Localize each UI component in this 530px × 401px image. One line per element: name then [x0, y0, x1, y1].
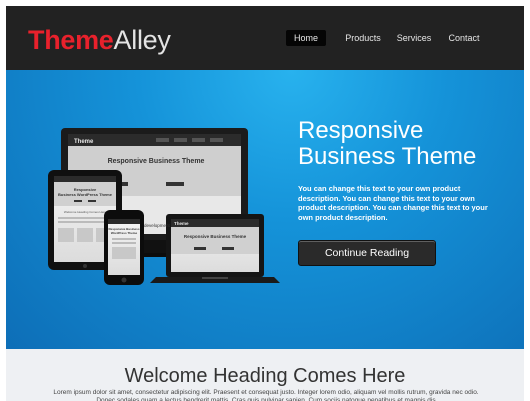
logo-text-alley: Alley [113, 25, 171, 55]
responsive-devices-illustration: Theme Responsive Business Theme Theme Re… [48, 128, 280, 285]
nav-item-contact[interactable]: Contact [446, 30, 482, 46]
top-navigation-bar: ThemeAlley Home Products Services Contac… [6, 6, 524, 70]
logo-text-theme: Theme [28, 25, 114, 55]
welcome-section: Welcome Heading Comes Here Lorem ipsum d… [6, 349, 524, 401]
monitor-partial-word: development [144, 223, 171, 228]
nav-item-products[interactable]: Products [342, 30, 384, 46]
laptop-heading: Responsive Business Theme [184, 234, 247, 239]
tablet-subheading: Welcome Heading Comes Here [64, 210, 106, 214]
hero-title-line2: Business Theme [298, 143, 477, 170]
monitor-logo: Theme [74, 139, 94, 145]
monitor-heading: Responsive Business Theme [108, 158, 205, 165]
tablet-heading-line2: Business WordPress Theme [58, 192, 113, 197]
hero-description: You can change this text to your own pro… [298, 184, 488, 222]
welcome-heading: Welcome Heading Comes Here [124, 365, 406, 387]
continue-reading-button[interactable]: Continue Reading [298, 240, 436, 266]
nav-item-home[interactable]: Home [286, 30, 326, 46]
welcome-text: Lorem ipsum dolor sit amet, consectetur … [53, 389, 479, 401]
phone-heading-line2: WordPress Theme [111, 231, 138, 235]
laptop-logo: Theme [174, 221, 189, 226]
nav-item-services[interactable]: Services [396, 30, 432, 46]
hero-banner: Theme Responsive Business Theme Theme Re… [6, 70, 524, 349]
hero-title-line1: Responsive [298, 117, 424, 144]
page: ThemeAlley Home Products Services Contac… [6, 6, 524, 401]
phone-mockup: Responsive Business WordPress Theme [104, 210, 144, 285]
hero-title: Responsive Business Theme [298, 118, 518, 170]
site-logo[interactable]: ThemeAlley [28, 25, 171, 55]
